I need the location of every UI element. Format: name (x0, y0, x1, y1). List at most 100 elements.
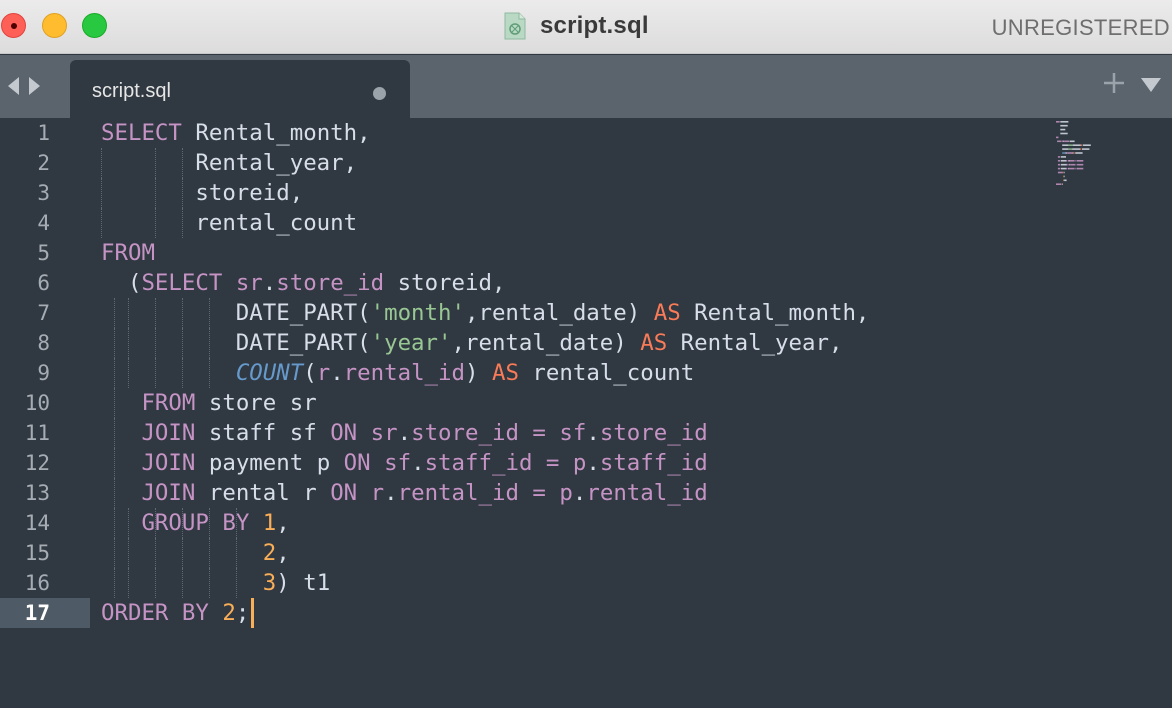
code-line[interactable]: JOIN staff sf ON sr.store_id = sf.store_… (101, 418, 869, 448)
code-token: rental_id (586, 480, 708, 506)
minimap-mark (1080, 148, 1082, 150)
minimap-mark (1063, 179, 1064, 182)
code-line[interactable]: JOIN rental r ON r.rental_id = p.rental_… (101, 478, 869, 508)
minimap-mark (1060, 128, 1066, 131)
indent-guide (154, 298, 156, 328)
indent-guide (127, 538, 129, 568)
code-token: , (276, 540, 290, 566)
indent-guide (114, 298, 116, 328)
code-line[interactable]: DATE_PART('month',rental_date) AS Rental… (101, 298, 869, 328)
minimap-mark (1063, 140, 1064, 143)
code-line[interactable]: FROM (101, 238, 869, 268)
code-line[interactable]: JOIN payment p ON sf.staff_id = p.staff_… (101, 448, 869, 478)
unregistered-label: UNREGISTERED (991, 15, 1170, 40)
code-token: . (262, 270, 277, 296)
code-token: . (384, 480, 398, 506)
code-line[interactable]: rental_count (101, 208, 869, 238)
minimap-mark (1076, 160, 1078, 162)
code-line[interactable]: GROUP BY 1, (101, 508, 869, 538)
code-line[interactable]: FROM store sr (101, 388, 869, 418)
minimap-mark (1077, 160, 1079, 162)
indent-guide (101, 148, 102, 178)
minimap-mark (1056, 136, 1059, 139)
minimap-mark (1057, 160, 1061, 162)
code-token: , (276, 510, 290, 536)
minimap-mark (1077, 163, 1078, 166)
line-number: 1 (37, 121, 50, 145)
indent-guide (154, 148, 156, 178)
triangle-down-icon[interactable] (1140, 77, 1162, 93)
line-number: 15 (24, 541, 50, 565)
code-token: DATE_PART( (101, 330, 371, 356)
code-token: rental_count (101, 210, 358, 236)
code-line[interactable]: ORDER BY 2; (101, 598, 869, 628)
code-token: Rental_month, (680, 300, 870, 326)
minimap-mark (1075, 152, 1083, 154)
tab-label: script.sql (92, 80, 171, 102)
indent-guide (127, 568, 129, 598)
indent-guide (208, 508, 210, 538)
code-line[interactable]: DATE_PART('year',rental_date) AS Rental_… (101, 328, 869, 358)
zoom-window-button[interactable] (82, 13, 107, 38)
code-token: rental_id (397, 480, 519, 506)
minimap-mark (1057, 167, 1061, 170)
code-line[interactable]: storeid, (101, 178, 869, 208)
code-token: ) (465, 360, 492, 386)
code-token: . (586, 450, 600, 476)
close-window-button[interactable] (1, 13, 26, 38)
indent-guide (127, 298, 129, 328)
minimap-mark (1075, 167, 1076, 170)
tab-script-sql[interactable]: script.sql (70, 60, 410, 118)
code-editor[interactable]: 1 2 3 4 5 6 7 8 9 10 11 12 13 14 15 16 17 SELECT Rental_… (0, 118, 1172, 708)
indent-guide (127, 358, 129, 388)
minimap-mark (1060, 124, 1068, 127)
indent-guide (181, 508, 183, 538)
code-line[interactable]: (SELECT sr.store_id storeid, (101, 268, 869, 298)
code-token: SELECT (141, 270, 223, 296)
minimap-mark (1068, 148, 1073, 150)
line-number: 5 (37, 241, 50, 265)
minimap-mark (1067, 152, 1073, 154)
chevron-left-icon[interactable] (5, 75, 21, 97)
minimap-mark (1061, 160, 1066, 162)
code-token: . (572, 480, 587, 506)
indent-guide (235, 568, 237, 598)
plus-icon[interactable] (1102, 71, 1126, 95)
minimap-mark (1061, 183, 1063, 185)
indent-guide (114, 568, 116, 598)
code-line[interactable]: SELECT Rental_month, (101, 118, 869, 148)
code-token: ; (235, 600, 250, 626)
code-token: 2 (262, 540, 277, 566)
code-token: ON (343, 450, 371, 476)
code-token: p (559, 480, 573, 506)
tab-bar: script.sql (0, 55, 1172, 118)
code-token: ( (101, 270, 142, 296)
indent-guide (114, 478, 116, 508)
minimap-mark (1069, 160, 1070, 162)
minimap-mark (1065, 167, 1068, 170)
code-line[interactable]: 2, (101, 538, 869, 568)
code-line[interactable]: Rental_year, (101, 148, 869, 178)
code-line[interactable]: COUNT(r.rental_id) AS rental_count (101, 358, 869, 388)
minimap-mark (1065, 152, 1066, 154)
minimize-window-button[interactable] (42, 13, 67, 38)
minimap-mark (1062, 148, 1069, 150)
code-line[interactable]: 3) t1 (101, 568, 869, 598)
minimap[interactable] (1054, 120, 1166, 192)
tab-navigation (5, 75, 43, 97)
minimap-mark (1056, 121, 1060, 123)
code-token: store_id (276, 270, 385, 296)
code-area[interactable]: SELECT Rental_month, Rental_year, storei… (101, 118, 869, 628)
chevron-right-icon[interactable] (27, 75, 43, 97)
dot-icon[interactable] (373, 87, 386, 100)
indent-guide (114, 358, 116, 388)
code-token: = (532, 480, 546, 506)
minimap-mark (1077, 167, 1084, 170)
minimap-mark (1072, 148, 1081, 150)
minimap-mark (1066, 163, 1068, 166)
